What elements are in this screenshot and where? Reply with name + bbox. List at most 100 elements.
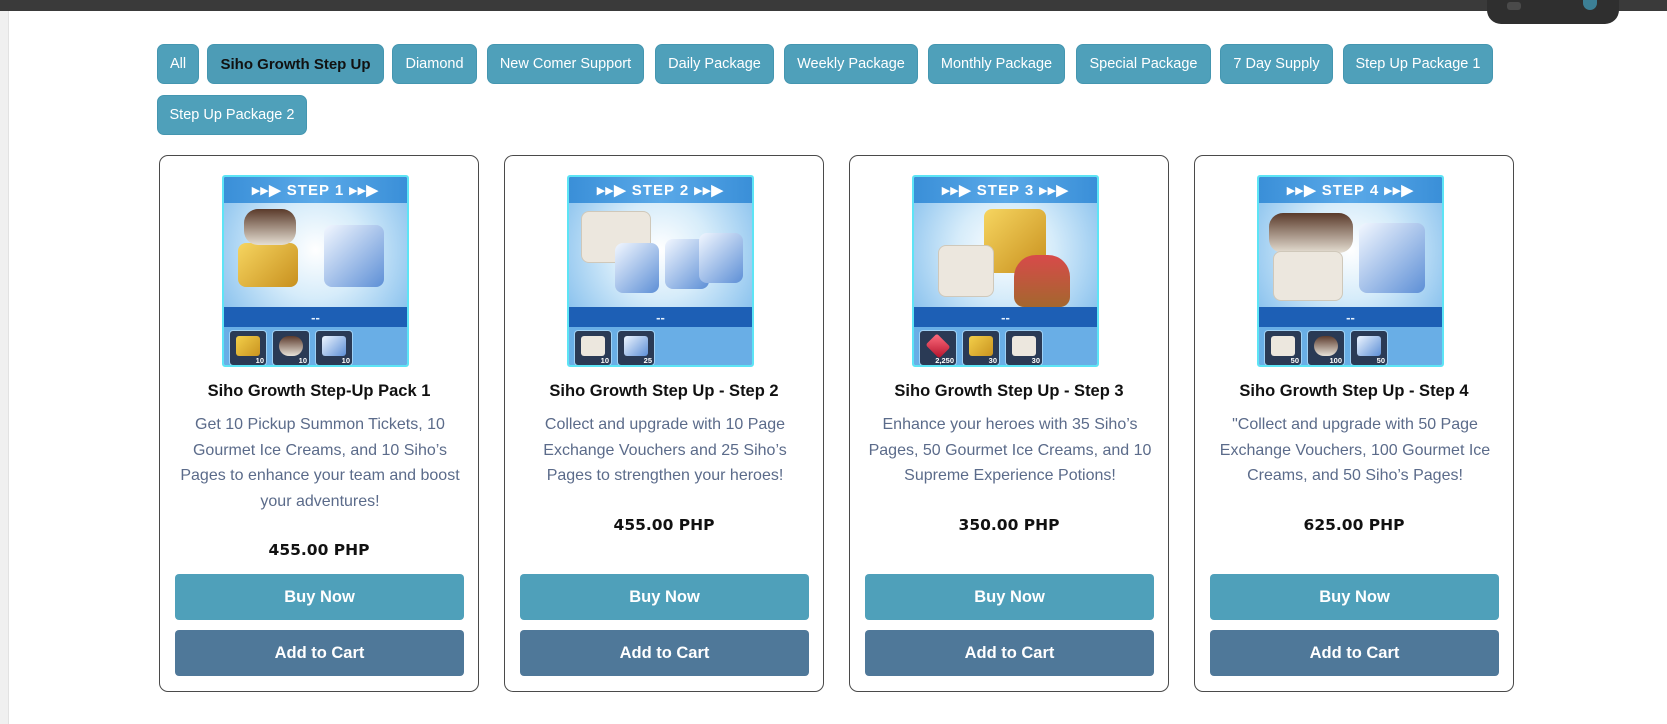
filter-chip-monthly-package[interactable]: Monthly Package bbox=[928, 44, 1065, 84]
product-price: 455.00 PHP bbox=[268, 541, 370, 559]
product-image[interactable]: ▸▸▶ STEP 3 ▸▸▶ -- 2,250 30 30 bbox=[912, 175, 1099, 367]
product-card: ▸▸▶ STEP 1 ▸▸▶ -- 10 10 10 Siho Growth S… bbox=[159, 155, 479, 692]
exchange-voucher-icon bbox=[938, 245, 994, 297]
step-banner: ▸▸▶ STEP 1 ▸▸▶ bbox=[224, 177, 407, 203]
product-title: Siho Growth Step Up - Step 4 bbox=[1239, 382, 1469, 400]
window-top-bar bbox=[0, 0, 1667, 11]
product-illustration bbox=[914, 203, 1097, 307]
product-description: "Collect and upgrade with 50 Page Exchan… bbox=[1219, 416, 1491, 485]
filter-chip-step-up-package-1[interactable]: Step Up Package 1 bbox=[1343, 44, 1493, 84]
product-illustration bbox=[224, 203, 407, 307]
step-banner: ▸▸▶ STEP 3 ▸▸▶ bbox=[914, 177, 1097, 203]
product-price: 350.00 PHP bbox=[958, 516, 1060, 534]
filter-chip-7-day-supply[interactable]: 7 Day Supply bbox=[1220, 44, 1333, 84]
bonus-strip: -- bbox=[569, 307, 752, 327]
step-banner: ▸▸▶ STEP 4 ▸▸▶ bbox=[1259, 177, 1442, 203]
item-qty: 10 bbox=[600, 356, 609, 365]
siho-page-icon bbox=[624, 336, 648, 356]
siho-page-icon bbox=[699, 233, 743, 283]
product-title: Siho Growth Step-Up Pack 1 bbox=[207, 382, 431, 400]
filter-chip-new-comer-support[interactable]: New Comer Support bbox=[487, 44, 644, 84]
buy-now-button[interactable]: Buy Now bbox=[1210, 574, 1499, 620]
item-qty: 100 bbox=[1329, 356, 1342, 365]
product-card: ▸▸▶ STEP 3 ▸▸▶ -- 2,250 30 30 Siho Growt… bbox=[849, 155, 1169, 692]
item-slots: 50 100 50 bbox=[1259, 327, 1442, 365]
add-to-cart-button[interactable]: Add to Cart bbox=[175, 630, 464, 676]
bonus-strip: -- bbox=[224, 307, 407, 327]
item-qty: 2,250 bbox=[935, 356, 954, 365]
item-slot: 50 bbox=[1350, 330, 1388, 365]
gem-icon bbox=[925, 333, 951, 359]
siho-page-icon bbox=[1359, 223, 1425, 293]
filter-chip-daily-package[interactable]: Daily Package bbox=[655, 44, 774, 84]
siho-page-icon bbox=[615, 243, 659, 293]
item-qty: 30 bbox=[988, 356, 997, 365]
item-slots: 10 25 bbox=[569, 327, 752, 365]
ice-cream-icon bbox=[244, 209, 296, 245]
ice-cream-icon bbox=[1269, 213, 1353, 253]
item-qty: 50 bbox=[1376, 356, 1385, 365]
filter-chip-step-up-package-2[interactable]: Step Up Package 2 bbox=[157, 95, 307, 135]
item-qty: 25 bbox=[643, 356, 652, 365]
item-slot: 50 bbox=[1264, 330, 1302, 365]
item-slots: 2,250 30 30 bbox=[914, 327, 1097, 365]
item-slot: 30 bbox=[962, 330, 1000, 365]
exchange-voucher-icon bbox=[1271, 336, 1295, 356]
filter-chip-special-package[interactable]: Special Package bbox=[1076, 44, 1211, 84]
item-slot: 30 bbox=[1005, 330, 1043, 365]
product-illustration bbox=[1259, 203, 1442, 307]
item-slot: 25 bbox=[617, 330, 655, 365]
filter-chip-weekly-package[interactable]: Weekly Package bbox=[784, 44, 918, 84]
product-title: Siho Growth Step Up - Step 2 bbox=[549, 382, 779, 400]
item-slot: 10 bbox=[315, 330, 353, 365]
summon-ticket-icon bbox=[236, 336, 260, 356]
product-title: Siho Growth Step Up - Step 3 bbox=[894, 382, 1124, 400]
summon-ticket-icon bbox=[969, 336, 993, 356]
exchange-voucher-icon bbox=[1012, 336, 1036, 356]
filter-chip-diamond[interactable]: Diamond bbox=[392, 44, 477, 84]
item-qty: 10 bbox=[298, 356, 307, 365]
siho-page-icon bbox=[322, 336, 346, 356]
product-description: Get 10 Pickup Summon Tickets, 10 Gourmet… bbox=[180, 416, 460, 510]
product-image[interactable]: ▸▸▶ STEP 1 ▸▸▶ -- 10 10 10 bbox=[222, 175, 409, 367]
bonus-strip: -- bbox=[914, 307, 1097, 327]
add-to-cart-button[interactable]: Add to Cart bbox=[865, 630, 1154, 676]
product-description: Enhance your heroes with 35 Siho’s Pages… bbox=[868, 416, 1152, 485]
filter-chip-siho-growth-step-up[interactable]: Siho Growth Step Up bbox=[207, 44, 384, 84]
product-card: ▸▸▶ STEP 4 ▸▸▶ -- 50 100 50 Siho Growth … bbox=[1194, 155, 1514, 692]
item-slot: 10 bbox=[229, 330, 267, 365]
siho-page-icon bbox=[324, 225, 384, 287]
buy-now-button[interactable]: Buy Now bbox=[175, 574, 464, 620]
item-slot: 100 bbox=[1307, 330, 1345, 365]
add-to-cart-button[interactable]: Add to Cart bbox=[1210, 630, 1499, 676]
item-qty: 30 bbox=[1031, 356, 1040, 365]
filter-chip-all[interactable]: All bbox=[157, 44, 199, 84]
left-edge-panel bbox=[0, 11, 9, 724]
product-price: 455.00 PHP bbox=[613, 516, 715, 534]
ice-cream-icon bbox=[1314, 336, 1338, 356]
item-qty: 10 bbox=[341, 356, 350, 365]
item-qty: 10 bbox=[255, 356, 264, 365]
item-slot: 10 bbox=[574, 330, 612, 365]
product-image[interactable]: ▸▸▶ STEP 4 ▸▸▶ -- 50 100 50 bbox=[1257, 175, 1444, 367]
buy-now-button[interactable]: Buy Now bbox=[520, 574, 809, 620]
window-controls[interactable] bbox=[1487, 0, 1619, 24]
item-slot: 2,250 bbox=[919, 330, 957, 365]
exchange-voucher-icon bbox=[581, 336, 605, 356]
siho-page-icon bbox=[1357, 336, 1381, 356]
buy-now-button[interactable]: Buy Now bbox=[865, 574, 1154, 620]
item-qty: 50 bbox=[1290, 356, 1299, 365]
step-banner: ▸▸▶ STEP 2 ▸▸▶ bbox=[569, 177, 752, 203]
add-to-cart-button[interactable]: Add to Cart bbox=[520, 630, 809, 676]
item-slot: 10 bbox=[272, 330, 310, 365]
product-image[interactable]: ▸▸▶ STEP 2 ▸▸▶ -- 10 25 bbox=[567, 175, 754, 367]
product-illustration bbox=[569, 203, 752, 307]
product-price: 625.00 PHP bbox=[1303, 516, 1405, 534]
product-description: Collect and upgrade with 10 Page Exchang… bbox=[543, 416, 787, 485]
item-slots: 10 10 10 bbox=[224, 327, 407, 365]
bonus-strip: -- bbox=[1259, 307, 1442, 327]
gem-bag-icon bbox=[1014, 255, 1070, 307]
exchange-voucher-icon bbox=[1273, 251, 1343, 301]
product-card: ▸▸▶ STEP 2 ▸▸▶ -- 10 25 Siho Growth Step… bbox=[504, 155, 824, 692]
ice-cream-icon bbox=[279, 336, 303, 356]
